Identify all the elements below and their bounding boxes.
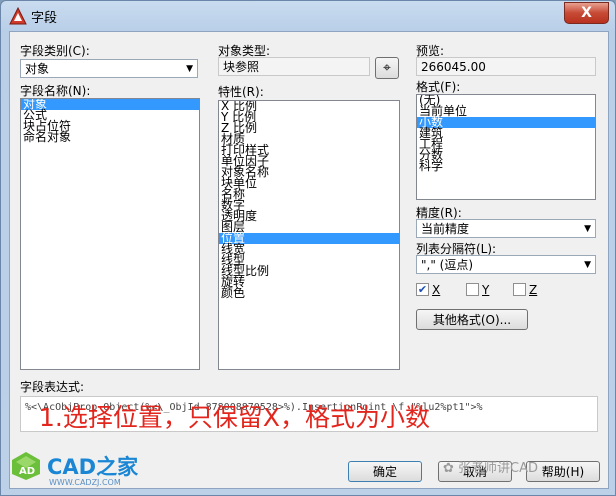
checkbox-z-label: Z	[529, 283, 538, 297]
logo-name: CAD之家	[47, 455, 139, 479]
list-item[interactable]: 科学	[417, 160, 595, 172]
svg-text:AD: AD	[19, 466, 35, 477]
field-names-list[interactable]: 对象 公式 块占位符 命名对象	[20, 98, 200, 370]
preview-field: 266045.00	[416, 57, 596, 76]
list-item[interactable]: 线宽	[219, 243, 399, 255]
chevron-down-icon: ▼	[584, 224, 591, 234]
other-format-button[interactable]: 其他格式(O)...	[416, 309, 528, 330]
cad-home-logo-icon: AD	[12, 452, 40, 480]
list-item[interactable]: 对象	[21, 99, 199, 110]
list-separator-select[interactable]: "," (逗点) ▼	[416, 255, 596, 274]
chevron-down-icon: ▼	[584, 260, 591, 270]
field-category-select[interactable]: 对象 ▼	[20, 59, 198, 78]
list-item[interactable]: 名称	[219, 188, 399, 200]
ok-button[interactable]: 确定	[348, 461, 422, 482]
properties-list[interactable]: X 比例 Y 比例 Z 比例 材质 打印样式 单位因子 对象名称 块单位 名称 数字 透明度 图层 位置…	[218, 100, 400, 370]
annotation-text: 1.选择位置，只保留X，格式为小数	[39, 403, 430, 432]
object-type-field: 块参照	[218, 57, 370, 76]
list-item[interactable]: 建筑	[417, 127, 595, 139]
list-item[interactable]: 块单位	[219, 177, 399, 189]
list-item[interactable]: 图层	[219, 221, 399, 233]
format-list[interactable]: (无) 当前单位 小数 建筑 工程 分数 科学	[416, 94, 596, 200]
list-item[interactable]: 分数	[417, 149, 595, 161]
field-category-value: 对象	[25, 62, 50, 76]
crosshair-icon: ⌖	[383, 60, 391, 76]
list-separator-value: "," (逗点)	[421, 258, 474, 272]
list-item[interactable]: 工程	[417, 138, 595, 150]
checkbox-z[interactable]	[513, 283, 526, 296]
list-item[interactable]: 命名对象	[21, 131, 199, 143]
field-names-label: 字段名称(N):	[20, 84, 91, 98]
list-item[interactable]: 小数	[417, 116, 595, 128]
precision-select[interactable]: 当前精度 ▼	[416, 219, 596, 238]
list-item[interactable]: 当前单位	[417, 105, 595, 117]
precision-value: 当前精度	[421, 222, 470, 236]
checkbox-y[interactable]	[466, 283, 479, 296]
field-category-label: 字段类别(C):	[20, 44, 90, 58]
format-label: 格式(F):	[416, 80, 461, 94]
select-object-button[interactable]: ⌖	[375, 57, 399, 79]
list-item[interactable]: Z 比例	[219, 122, 399, 134]
list-item[interactable]: 旋转	[219, 276, 399, 288]
list-item[interactable]: 颜色	[219, 287, 399, 299]
watermark: ✿ 张老师讲CAD	[443, 461, 539, 476]
checkbox-y-label: Y	[482, 283, 490, 297]
chevron-down-icon: ▼	[186, 64, 193, 74]
logo-url: WWW.CADZJ.COM	[49, 478, 121, 487]
window-title: 字段	[31, 11, 58, 26]
title-bar[interactable]: 字段 X	[1, 1, 615, 31]
autocad-app-icon	[9, 7, 27, 25]
list-item[interactable]: 位置	[219, 232, 399, 244]
close-button[interactable]: X	[564, 2, 609, 24]
list-item[interactable]: 透明度	[219, 210, 399, 222]
checkbox-x[interactable]: ✔	[416, 283, 429, 296]
checkbox-x-label: X	[432, 283, 441, 297]
field-expression-label: 字段表达式:	[20, 380, 85, 394]
list-item[interactable]: 线型比例	[219, 265, 399, 277]
checkmark-icon: ✔	[417, 283, 428, 296]
field-dialog: 字段 X 字段类别(C): 对象 ▼ 字段名称(N): 对象 公式 块占位符 命名对象…	[0, 0, 616, 496]
properties-label: 特性(R):	[218, 85, 264, 99]
